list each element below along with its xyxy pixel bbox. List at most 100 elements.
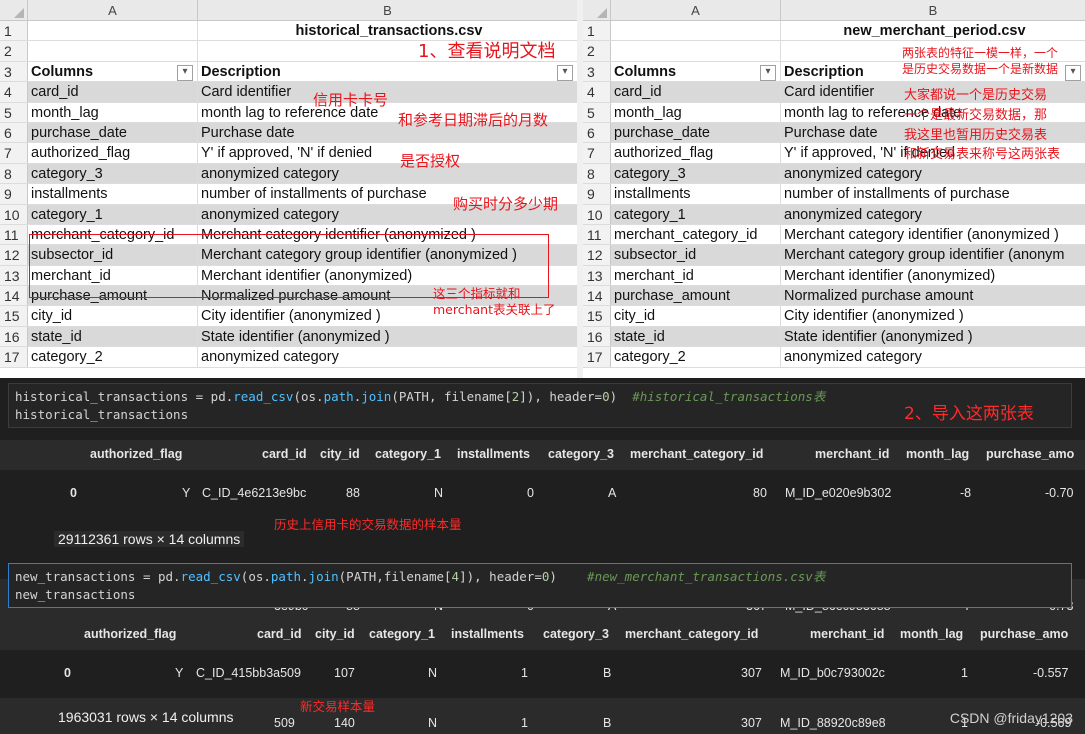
cell: Y — [175, 666, 184, 680]
row-number[interactable]: 9 — [0, 184, 28, 204]
cell-a[interactable]: state_id — [611, 326, 781, 347]
row-number[interactable]: 6 — [0, 122, 28, 143]
annotation-authorized: 是否授权 — [400, 152, 461, 170]
code-text: (PATH,filename[ — [338, 569, 452, 584]
column-header-a[interactable]: A — [28, 0, 198, 21]
row-number[interactable]: 1 — [0, 21, 28, 41]
row-number[interactable]: 10 — [583, 204, 611, 224]
cell-a[interactable]: month_lag — [28, 102, 198, 122]
row-number[interactable]: 8 — [583, 163, 611, 184]
cell-b[interactable]: Merchant category identifier (anonymized… — [781, 225, 1085, 244]
sheet-title[interactable]: new_merchant_period.csv — [781, 21, 1085, 40]
cell-a[interactable]: merchant_id — [611, 265, 781, 286]
row-number[interactable]: 4 — [0, 82, 28, 102]
cell-a[interactable]: city_id — [611, 306, 781, 326]
cell-b[interactable]: State identifier (anonymized ) — [198, 326, 577, 347]
cell-a[interactable]: Columns — [611, 61, 781, 82]
cell-b[interactable]: Description — [198, 62, 577, 82]
cell-a[interactable]: card_id — [28, 82, 198, 102]
row-number[interactable]: 6 — [583, 122, 611, 143]
row-number[interactable]: 5 — [583, 102, 611, 122]
cell-a[interactable]: city_id — [28, 306, 198, 326]
row-number[interactable]: 12 — [0, 245, 28, 265]
code-cell-new[interactable]: new_transactions = pd.read_csv(os.path.j… — [8, 563, 1072, 608]
row-number[interactable]: 2 — [583, 41, 611, 61]
sheet-row: 3ColumnsDescription — [0, 61, 577, 83]
cell-b[interactable]: anonymized category — [781, 163, 1085, 184]
row-number[interactable]: 17 — [0, 347, 28, 367]
row-number[interactable]: 7 — [0, 143, 28, 163]
code-comment: #historical_transactions表 — [632, 389, 826, 404]
row-number[interactable]: 13 — [583, 265, 611, 286]
cell-a[interactable]: authorized_flag — [28, 143, 198, 163]
cell-a[interactable]: category_3 — [611, 163, 781, 184]
row-number[interactable]: 9 — [583, 184, 611, 204]
cell-a[interactable]: category_2 — [28, 347, 198, 367]
row-number[interactable]: 1 — [583, 21, 611, 41]
cell-a[interactable]: purchase_date — [28, 122, 198, 143]
cell-b[interactable]: anonymized category — [781, 347, 1085, 366]
cell-a[interactable]: subsector_id — [611, 245, 781, 265]
row-number[interactable]: 11 — [583, 224, 611, 245]
row-number[interactable]: 17 — [583, 347, 611, 367]
row-number[interactable]: 16 — [583, 326, 611, 347]
sheet-row: 11 merchant_category_id Merchant category … — [583, 224, 1085, 246]
code-fn: path — [323, 389, 354, 404]
cell-a[interactable]: category_1 — [28, 204, 198, 224]
cell-a[interactable]: card_id — [611, 82, 781, 102]
cell-a[interactable]: authorized_flag — [611, 143, 781, 163]
header-card-id: card_id — [257, 627, 302, 641]
row-number[interactable]: 5 — [0, 102, 28, 122]
cell: M_ID_e020e9b302 — [785, 486, 892, 500]
row-number[interactable]: 4 — [583, 82, 611, 102]
cell: N — [428, 716, 438, 730]
cell-a[interactable]: purchase_amount — [611, 286, 781, 306]
row-number[interactable]: 8 — [0, 163, 28, 184]
column-header-a[interactable]: A — [611, 0, 781, 21]
row-number[interactable]: 15 — [0, 306, 28, 326]
cell-a[interactable] — [28, 21, 198, 41]
cell-a[interactable]: installments — [611, 184, 781, 204]
cell-b[interactable]: Normalized purchase amount — [781, 286, 1085, 306]
cell-a[interactable] — [611, 21, 781, 41]
select-all-corner[interactable] — [0, 0, 28, 21]
cell-a[interactable]: category_1 — [611, 204, 781, 224]
cell-a[interactable]: month_lag — [611, 102, 781, 122]
select-all-corner[interactable] — [583, 0, 611, 21]
row-number[interactable]: 13 — [0, 265, 28, 286]
row-number[interactable]: 14 — [0, 286, 28, 306]
cell-a[interactable] — [28, 41, 198, 61]
cell-b[interactable]: number of installments of purchase — [781, 184, 1085, 203]
row-number[interactable]: 14 — [583, 286, 611, 306]
cell-a[interactable]: merchant_category_id — [611, 224, 781, 245]
cell-b[interactable]: State identifier (anonymized ) — [781, 326, 1085, 347]
cell-b[interactable]: anonymized category — [198, 163, 577, 184]
cell-a[interactable] — [611, 41, 781, 61]
cell-b[interactable]: Merchant category group identifier (anon… — [781, 245, 1085, 265]
row-number[interactable]: 15 — [583, 306, 611, 326]
header-merchant-category-id: merchant_category_id — [630, 447, 764, 461]
cell-b[interactable]: anonymized category — [198, 347, 577, 366]
cell-a[interactable]: purchase_date — [611, 122, 781, 143]
column-header-b[interactable]: B — [781, 0, 1085, 21]
cell-b[interactable]: City identifier (anonymized ) — [781, 306, 1085, 325]
cell-a[interactable]: category_2 — [611, 347, 781, 367]
row-number[interactable]: 3 — [583, 61, 611, 82]
cell: -0.70 — [1045, 486, 1074, 500]
row-number[interactable]: 11 — [0, 224, 28, 245]
cell-a[interactable]: state_id — [28, 326, 198, 347]
cell-b[interactable]: Merchant identifier (anonymized) — [781, 266, 1085, 285]
row-number[interactable]: 16 — [0, 326, 28, 347]
cell-a[interactable]: installments — [28, 184, 198, 204]
row-number[interactable]: 12 — [583, 245, 611, 265]
cell-a[interactable]: Columns — [28, 61, 198, 82]
row-number[interactable]: 7 — [583, 143, 611, 163]
column-header-b[interactable]: B — [198, 0, 577, 21]
header-merchant-id: merchant_id — [810, 627, 885, 641]
row-number[interactable]: 3 — [0, 61, 28, 82]
row-number[interactable]: 10 — [0, 204, 28, 224]
cell-b[interactable]: anonymized category — [781, 204, 1085, 224]
cell-b[interactable]: Y' if approved, 'N' if denied — [198, 143, 577, 162]
row-number[interactable]: 2 — [0, 41, 28, 61]
cell-a[interactable]: category_3 — [28, 163, 198, 184]
